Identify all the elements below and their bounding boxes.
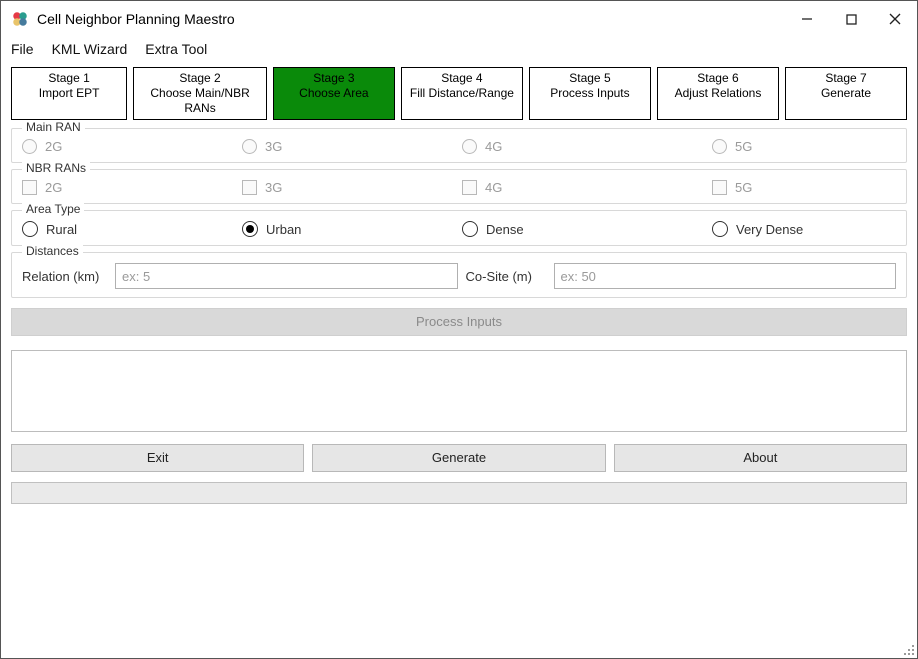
area-type-group: Area Type Rural Urban Dense Very Dense bbox=[11, 210, 907, 246]
process-inputs-button: Process Inputs bbox=[11, 308, 907, 336]
nbr-rans-group: NBR RANs 2G 3G 4G 5G bbox=[11, 169, 907, 204]
exit-button[interactable]: Exit bbox=[11, 444, 304, 472]
stage-5-tab[interactable]: Stage 5Process Inputs bbox=[529, 67, 651, 120]
radio-icon bbox=[462, 139, 477, 154]
main-ran-2g: 2G bbox=[22, 139, 242, 154]
area-type-dense[interactable]: Dense bbox=[462, 221, 712, 237]
radio-icon bbox=[22, 221, 38, 237]
checkbox-icon bbox=[462, 180, 477, 195]
distances-group: Distances Relation (km) Co-Site (m) bbox=[11, 252, 907, 298]
checkbox-icon bbox=[712, 180, 727, 195]
area-type-rural[interactable]: Rural bbox=[22, 221, 242, 237]
menu-kml-wizard[interactable]: KML Wizard bbox=[52, 41, 128, 57]
radio-icon bbox=[22, 139, 37, 154]
checkbox-icon bbox=[22, 180, 37, 195]
resize-grip-icon[interactable] bbox=[902, 643, 914, 655]
main-ran-4g: 4G bbox=[462, 139, 712, 154]
relation-label: Relation (km) bbox=[22, 269, 107, 284]
area-type-legend: Area Type bbox=[22, 202, 84, 216]
maximize-button[interactable] bbox=[829, 1, 873, 37]
main-ran-5g: 5G bbox=[712, 139, 896, 154]
log-output bbox=[11, 350, 907, 432]
cosite-input[interactable] bbox=[554, 263, 897, 289]
radio-icon bbox=[712, 139, 727, 154]
nbr-ran-4g: 4G bbox=[462, 180, 712, 195]
close-button[interactable] bbox=[873, 1, 917, 37]
nbr-ran-2g: 2G bbox=[22, 180, 242, 195]
menu-extra-tool[interactable]: Extra Tool bbox=[145, 41, 207, 57]
checkbox-icon bbox=[242, 180, 257, 195]
area-type-very-dense[interactable]: Very Dense bbox=[712, 221, 896, 237]
stage-4-tab[interactable]: Stage 4Fill Distance/Range bbox=[401, 67, 523, 120]
progress-bar bbox=[11, 482, 907, 504]
window-title: Cell Neighbor Planning Maestro bbox=[37, 11, 785, 27]
main-ran-group: Main RAN 2G 3G 4G 5G bbox=[11, 128, 907, 163]
nbr-ran-3g: 3G bbox=[242, 180, 462, 195]
app-icon bbox=[11, 10, 29, 28]
menu-bar: File KML Wizard Extra Tool bbox=[1, 37, 917, 61]
stage-7-tab[interactable]: Stage 7Generate bbox=[785, 67, 907, 120]
main-ran-legend: Main RAN bbox=[22, 120, 85, 134]
main-ran-3g: 3G bbox=[242, 139, 462, 154]
stage-3-tab[interactable]: Stage 3Choose Area bbox=[273, 67, 395, 120]
nbr-ran-5g: 5G bbox=[712, 180, 896, 195]
title-bar: Cell Neighbor Planning Maestro bbox=[1, 1, 917, 37]
minimize-button[interactable] bbox=[785, 1, 829, 37]
distances-legend: Distances bbox=[22, 244, 83, 258]
generate-button[interactable]: Generate bbox=[312, 444, 605, 472]
radio-icon bbox=[242, 221, 258, 237]
stage-1-tab[interactable]: Stage 1Import EPT bbox=[11, 67, 127, 120]
relation-input[interactable] bbox=[115, 263, 458, 289]
radio-icon bbox=[712, 221, 728, 237]
radio-icon bbox=[462, 221, 478, 237]
area-type-urban[interactable]: Urban bbox=[242, 221, 462, 237]
stage-tabs: Stage 1Import EPT Stage 2Choose Main/NBR… bbox=[11, 67, 907, 120]
stage-2-tab[interactable]: Stage 2Choose Main/NBR RANs bbox=[133, 67, 267, 120]
nbr-rans-legend: NBR RANs bbox=[22, 161, 90, 175]
radio-icon bbox=[242, 139, 257, 154]
cosite-label: Co-Site (m) bbox=[466, 269, 546, 284]
menu-file[interactable]: File bbox=[11, 41, 34, 57]
about-button[interactable]: About bbox=[614, 444, 907, 472]
stage-6-tab[interactable]: Stage 6Adjust Relations bbox=[657, 67, 779, 120]
